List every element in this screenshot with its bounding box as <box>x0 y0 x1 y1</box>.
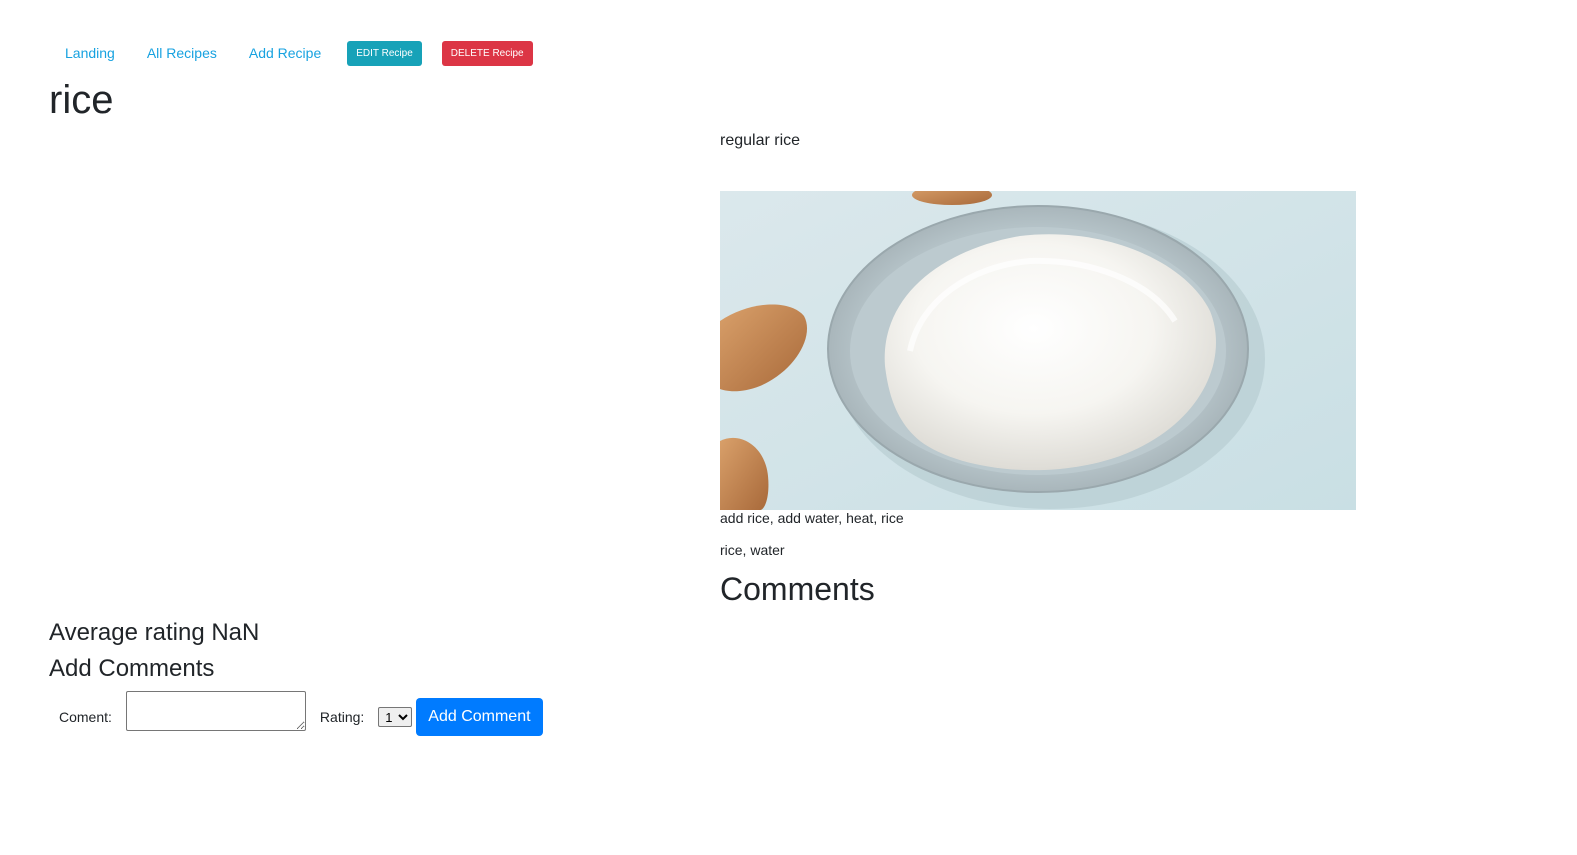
recipe-instructions: add rice, add water, heat, rice <box>720 510 904 526</box>
edit-recipe-button[interactable]: EDIT Recipe <box>347 40 422 66</box>
rating-label: Rating: <box>319 709 365 725</box>
recipe-ingredients: rice, water <box>720 542 785 558</box>
recipe-description: regular rice <box>720 132 801 149</box>
average-rating: Average rating NaN <box>49 619 260 646</box>
nav-link-add-recipe[interactable]: Add Recipe <box>233 45 337 61</box>
recipe-title: rice <box>49 78 114 122</box>
delete-recipe-button[interactable]: DELETE Recipe <box>441 40 533 66</box>
comment-label: Coment: <box>59 709 112 725</box>
add-comment-button[interactable]: Add Comment <box>416 698 543 736</box>
top-nav: Landing All Recipes Add Recipe EDIT Reci… <box>49 38 533 68</box>
nav-link-all-recipes[interactable]: All Recipes <box>131 45 233 61</box>
nav-link-landing[interactable]: Landing <box>49 45 131 61</box>
rating-select[interactable]: 1 <box>378 707 413 727</box>
add-comment-form: Coment: Rating: 1 Add Comment <box>59 690 543 744</box>
recipe-details: regular rice add rice, add water, heat, … <box>720 130 1360 609</box>
add-comments-heading: Add Comments <box>49 655 215 682</box>
comments-heading: Comments <box>720 571 875 607</box>
recipe-image <box>720 191 1356 510</box>
comment-input[interactable] <box>125 691 306 731</box>
